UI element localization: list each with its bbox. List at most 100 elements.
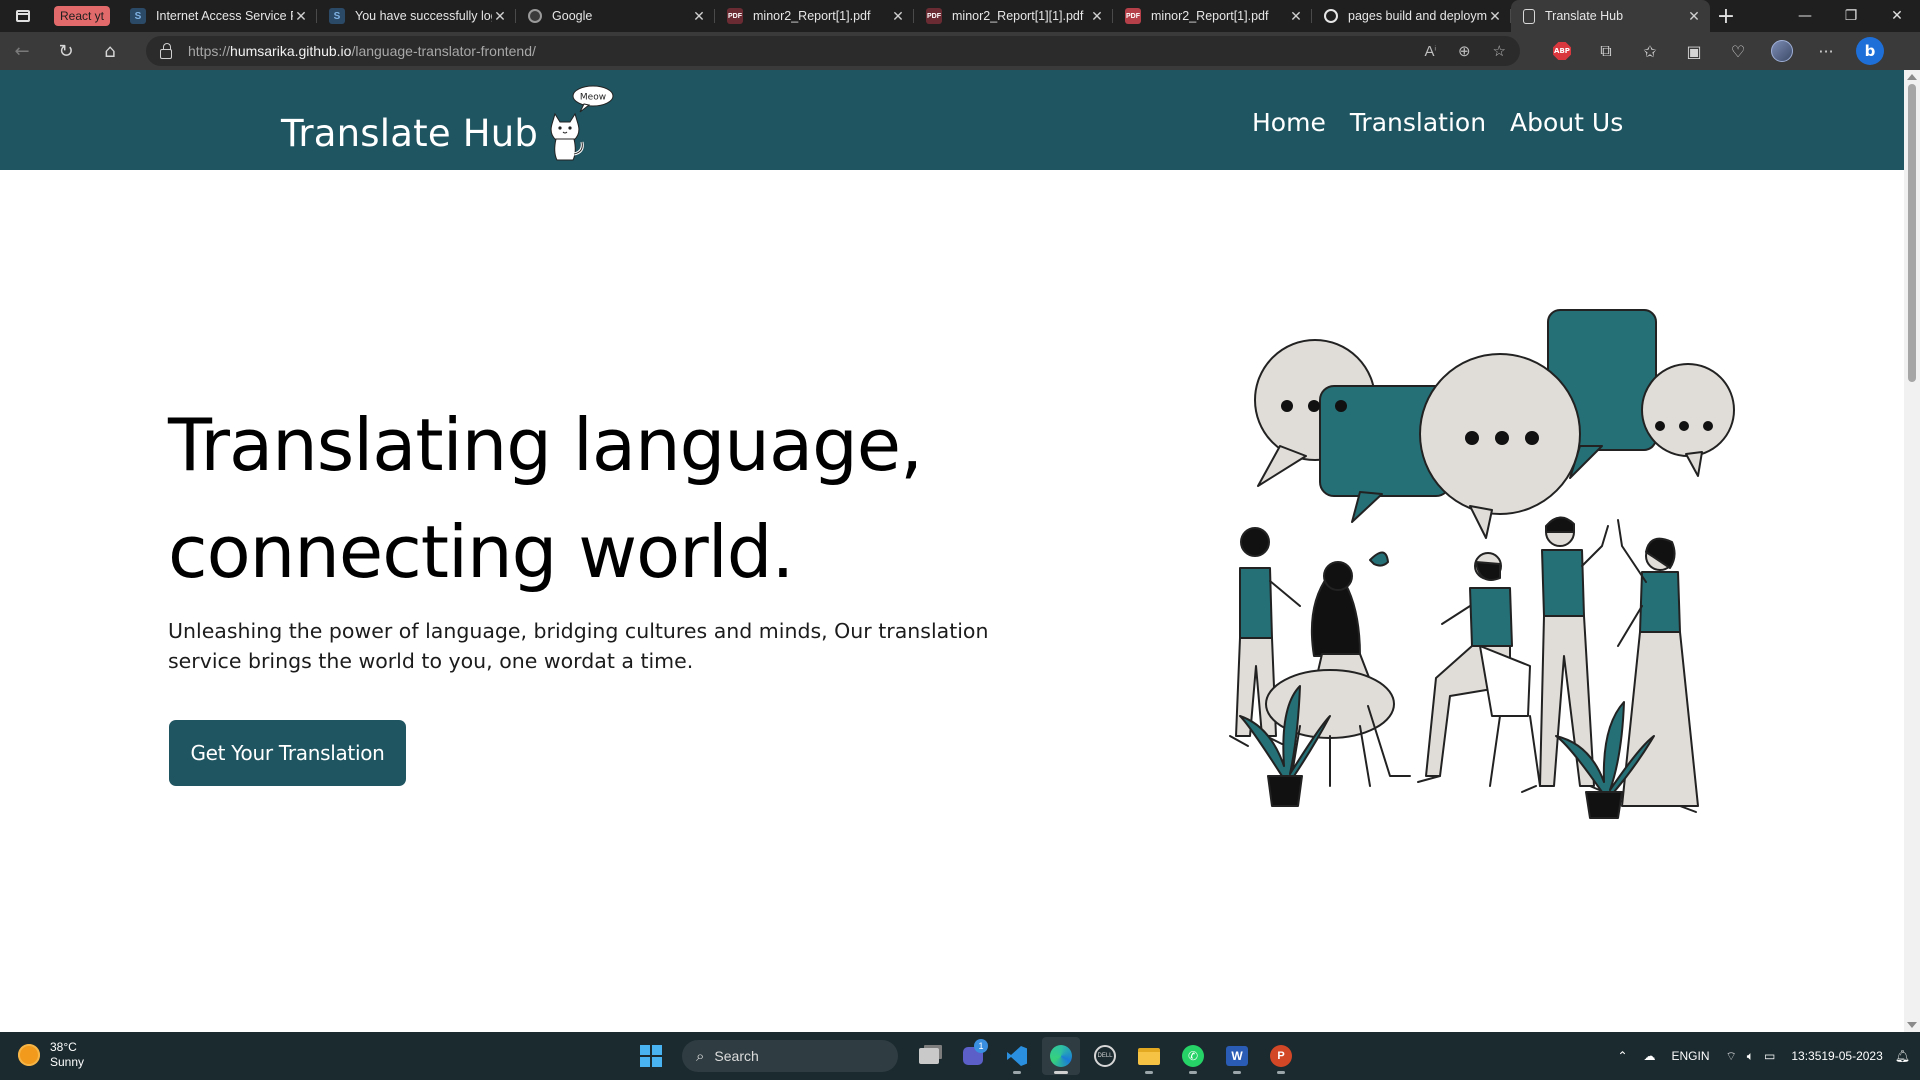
back-button[interactable]: ← [0, 32, 44, 70]
cat-mascot-icon: Meow [550, 85, 614, 161]
new-tab-button[interactable]: + [1710, 0, 1742, 32]
window-controls: — ❐ ✕ [1782, 0, 1920, 32]
pdf-icon: PDF [727, 8, 744, 24]
hero-heading-line-1: Translating language, [168, 403, 923, 487]
tab-title: minor2_Report[1].pdf [753, 9, 871, 23]
show-hidden-icons-chevron-icon[interactable]: ⌃ [1609, 1032, 1635, 1080]
browser-tab[interactable]: PDF minor2_Report[1].pdf ✕ [715, 0, 915, 32]
browser-tab[interactable]: PDF minor2_Report[1].pdf ✕ [1113, 0, 1313, 32]
url-host: humsarika.github.io [230, 43, 352, 59]
tab-group-chip[interactable]: React yt [54, 6, 111, 26]
edge-browser-icon[interactable] [1042, 1037, 1080, 1075]
tab-title: Internet Access Service Pr [156, 9, 294, 23]
url-scheme: https:// [188, 43, 231, 59]
taskbar-search[interactable]: ⌕ Search [682, 1040, 898, 1072]
notification-badge: 1 [974, 1039, 988, 1053]
favorites-icon[interactable]: ✩ [1628, 32, 1672, 70]
close-tab-icon[interactable]: ✕ [293, 8, 309, 25]
nav-link-home[interactable]: Home [1252, 108, 1326, 137]
lock-icon[interactable] [160, 42, 172, 59]
weather-widget[interactable]: 38°C Sunny [18, 1040, 84, 1070]
browser-tab[interactable]: PDF minor2_Report[1][1].pdf ✕ [914, 0, 1114, 32]
main-nav: Home Translation About Us [1252, 108, 1623, 137]
cat-speech-text: Meow [580, 93, 606, 103]
refresh-button[interactable]: ↻ [44, 32, 88, 70]
search-icon: ⌕ [696, 1047, 705, 1065]
teams-chat-icon[interactable]: 1 [954, 1037, 992, 1075]
windows-logo-icon [640, 1045, 662, 1067]
profile-button[interactable] [1760, 32, 1804, 70]
file-explorer-icon[interactable] [1130, 1037, 1168, 1075]
close-tab-icon[interactable]: ✕ [492, 8, 508, 25]
url-path: /language-translator-frontend/ [351, 43, 536, 59]
restore-button[interactable]: ❐ [1828, 0, 1874, 32]
adblock-plus-icon: ABP [1553, 42, 1571, 60]
adblock-plus-button[interactable]: ABP [1540, 32, 1584, 70]
page-scrollbar[interactable] [1904, 70, 1920, 1032]
read-aloud-icon[interactable]: Aᵢ [1425, 42, 1436, 60]
browser-tab[interactable]: Google ✕ [516, 0, 716, 32]
browser-tab[interactable]: pages build and deploym ✕ [1312, 0, 1512, 32]
scroll-down-arrow-icon[interactable] [1907, 1022, 1917, 1028]
browser-tab-active[interactable]: Translate Hub ✕ [1511, 0, 1711, 32]
battery-icon[interactable]: ▭ [1756, 1032, 1783, 1080]
vscode-icon[interactable] [998, 1037, 1036, 1075]
word-icon[interactable]: W [1218, 1037, 1256, 1075]
hero-heading: Translating language, connecting world. [168, 392, 1048, 606]
bing-icon: b [1856, 37, 1884, 65]
onedrive-cloud-icon[interactable]: ☁ [1636, 1032, 1664, 1080]
brand-logo-text[interactable]: Translate Hub [281, 112, 538, 155]
nav-link-about-us[interactable]: About Us [1510, 108, 1623, 137]
close-tab-icon[interactable]: ✕ [890, 8, 906, 25]
browser-tab[interactable]: S You have successfully log ✕ [317, 0, 517, 32]
settings-menu-icon[interactable]: ··· [1804, 32, 1848, 70]
close-tab-icon[interactable]: ✕ [1487, 8, 1503, 25]
tab-title: pages build and deploym [1348, 9, 1488, 23]
scrollbar-thumb[interactable] [1908, 84, 1916, 382]
github-icon [1324, 9, 1339, 23]
task-view-icon[interactable] [910, 1037, 948, 1075]
tab-title: Translate Hub [1545, 9, 1624, 23]
language-indicator[interactable]: ENG IN [1664, 1032, 1718, 1080]
clock-date: 19-05-2023 [1821, 1048, 1883, 1063]
add-favorite-icon[interactable]: ☆ [1493, 42, 1506, 60]
close-tab-icon[interactable]: ✕ [1288, 8, 1304, 25]
close-tab-icon[interactable]: ✕ [1089, 8, 1105, 25]
home-button[interactable]: ⌂ [88, 32, 132, 70]
tab-title: Google [552, 9, 593, 23]
dell-icon[interactable]: DELL [1086, 1037, 1124, 1075]
taskbar-apps: ⌕ Search 1 DELL ✆ W P [632, 1036, 1300, 1076]
bing-chat-button[interactable]: b [1848, 32, 1892, 70]
close-tab-icon[interactable]: ✕ [691, 8, 707, 25]
address-bar-actions: Aᵢ ⊕ ☆ [1425, 36, 1506, 66]
clock-time: 13:35 [1791, 1048, 1822, 1063]
page-viewport: Translate Hub Meow Home Translation Abou… [0, 70, 1904, 1032]
address-bar[interactable]: https://humsarika.github.io/language-tra… [146, 36, 1520, 66]
extensions-icon[interactable]: ⧉ [1584, 32, 1628, 70]
notifications-icon[interactable]: 🔔︎ [1891, 1032, 1920, 1080]
tab-title: minor2_Report[1][1].pdf [952, 9, 1084, 23]
powerpoint-icon[interactable]: P [1262, 1037, 1300, 1075]
wifi-icon[interactable]: ⌔ [1718, 1032, 1745, 1080]
clock[interactable]: 13:35 19-05-2023 [1783, 1032, 1890, 1080]
close-tab-icon[interactable]: ✕ [1686, 8, 1702, 25]
collections-icon[interactable]: ▣ [1672, 32, 1716, 70]
volume-icon[interactable]: 🔈︎ [1745, 1032, 1756, 1080]
nav-link-translation[interactable]: Translation [1350, 108, 1486, 137]
browser-tab[interactable]: S Internet Access Service Pr ✕ [118, 0, 318, 32]
scroll-up-arrow-icon[interactable] [1907, 74, 1917, 80]
close-window-button[interactable]: ✕ [1874, 0, 1920, 32]
whatsapp-icon[interactable]: ✆ [1174, 1037, 1212, 1075]
tab-actions-menu-button[interactable] [0, 0, 46, 32]
performance-icon[interactable]: ♡ [1716, 32, 1760, 70]
hero-illustration [1229, 309, 1735, 819]
minimize-button[interactable]: — [1782, 0, 1828, 32]
sun-icon [18, 1044, 40, 1066]
browser-tab-strip: React yt S Internet Access Service Pr ✕ … [0, 0, 1920, 32]
get-your-translation-button[interactable]: Get Your Translation [169, 720, 406, 786]
s-icon: S [329, 8, 346, 24]
start-button[interactable] [632, 1037, 670, 1075]
zoom-icon[interactable]: ⊕ [1458, 42, 1471, 60]
avatar [1771, 40, 1793, 62]
tab-actions-icon [16, 10, 30, 22]
